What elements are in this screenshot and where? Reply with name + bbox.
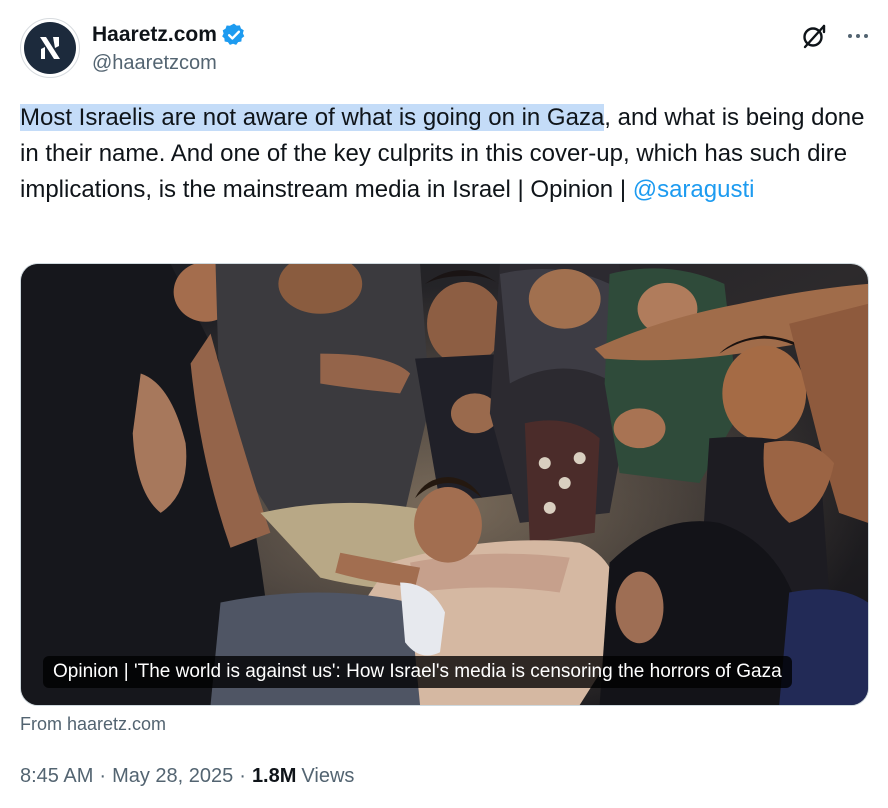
haaretz-logo-icon: [24, 22, 76, 74]
mention-link[interactable]: @saragusti: [633, 176, 755, 203]
meta-separator: ·: [239, 765, 246, 787]
views-count: 1.8M: [251, 765, 297, 787]
meta-separator: ·: [99, 765, 107, 787]
display-name[interactable]: Haaretz.com: [92, 23, 217, 47]
tweet-date[interactable]: May 28, 2025: [112, 765, 233, 788]
top-actions: [800, 22, 870, 50]
tweet-meta: 8:45 AM · May 28, 2025 · 1.8M Views: [20, 765, 354, 788]
author-handle[interactable]: @haaretzcom: [92, 52, 247, 75]
more-icon[interactable]: [846, 24, 870, 48]
views-label: Views: [301, 765, 355, 787]
news-photo: [21, 264, 868, 705]
card-caption: Opinion | 'The world is against us': How…: [43, 656, 792, 688]
avatar[interactable]: [20, 18, 80, 78]
grok-icon[interactable]: [800, 22, 828, 50]
verified-badge-icon[interactable]: [221, 22, 247, 48]
tweet-text: Most Israelis are not aware of what is g…: [20, 100, 875, 208]
link-card[interactable]: Opinion | 'The world is against us': How…: [20, 263, 869, 706]
highlighted-text: Most Israelis are not aware of what is g…: [20, 104, 605, 131]
author-names: Haaretz.com @haaretzcom: [92, 20, 247, 75]
card-source[interactable]: From haaretz.com: [20, 714, 166, 735]
tweet-header: Haaretz.com @haaretzcom: [20, 18, 870, 82]
tweet-time[interactable]: 8:45 AM: [20, 765, 93, 788]
